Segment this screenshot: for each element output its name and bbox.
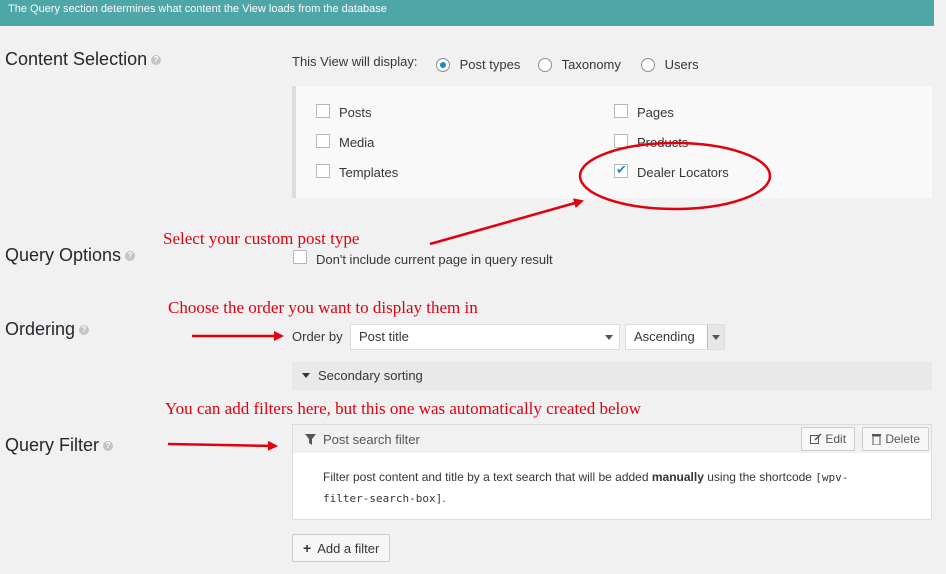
annotation-custom-post-type: Select your custom post type [163,229,360,248]
ordering-heading: Ordering? [5,319,90,340]
desc-bold: manually [651,470,704,484]
chevron-down-icon [605,335,613,340]
annotation-filters: You can add filters here, but this one w… [165,399,642,418]
help-icon[interactable]: ? [103,441,114,452]
desc-prefix: Filter post content and title by a text … [323,470,652,484]
plus-icon: + [303,540,312,556]
desc-mid: using the shortcode [703,470,816,484]
filter-icon [305,434,316,445]
chevron-down-icon [712,335,720,340]
secondary-sorting-label: Secondary sorting [318,368,423,383]
arrow-to-dealer-locators [429,198,584,246]
filter-description: Filter post content and title by a text … [323,467,913,509]
exclude-current-label: Don't include current page in query resu… [316,252,553,267]
triangle-down-icon [302,373,310,378]
trash-icon [872,434,881,446]
highlight-ellipse [578,141,772,211]
delete-filter-button[interactable]: Delete [862,427,930,451]
query-options-title: Query Options [5,245,122,265]
shortcode-part2: filter-search-box] [323,492,443,505]
filter-header: Post search filter Edit Delete [292,424,932,454]
filter-name: Post search filter [323,432,420,447]
ordering-title: Ordering [5,319,76,339]
edit-label: Edit [825,432,847,446]
help-icon[interactable]: ? [79,325,90,336]
shortcode-part1: [wpv- [815,471,849,484]
order-by-label: Order by [292,329,343,344]
add-filter-label: Add a filter [317,541,380,556]
order-by-select[interactable]: Post title [350,324,620,350]
order-by-value: Post title [359,329,409,344]
secondary-sorting-toggle[interactable]: Secondary sorting [292,362,932,390]
annotation-order: Choose the order you want to display the… [168,298,478,317]
help-icon[interactable]: ? [125,251,136,262]
desc-suffix: . [442,491,446,505]
edit-filter-button[interactable]: Edit [801,427,856,451]
edit-icon [810,433,822,444]
query-filter-title: Query Filter [5,435,100,455]
query-options-heading: Query Options? [5,245,136,266]
order-direction-value: Ascending [634,329,695,344]
add-filter-button[interactable]: + Add a filter [292,534,391,562]
arrow-to-query-filter [167,440,278,451]
delete-label: Delete [885,432,921,446]
filter-description-panel: Filter post content and title by a text … [292,453,932,520]
order-direction-select[interactable]: Ascending [625,324,725,350]
exclude-current-checkbox[interactable] [293,250,307,264]
query-filter-heading: Query Filter? [5,435,114,456]
